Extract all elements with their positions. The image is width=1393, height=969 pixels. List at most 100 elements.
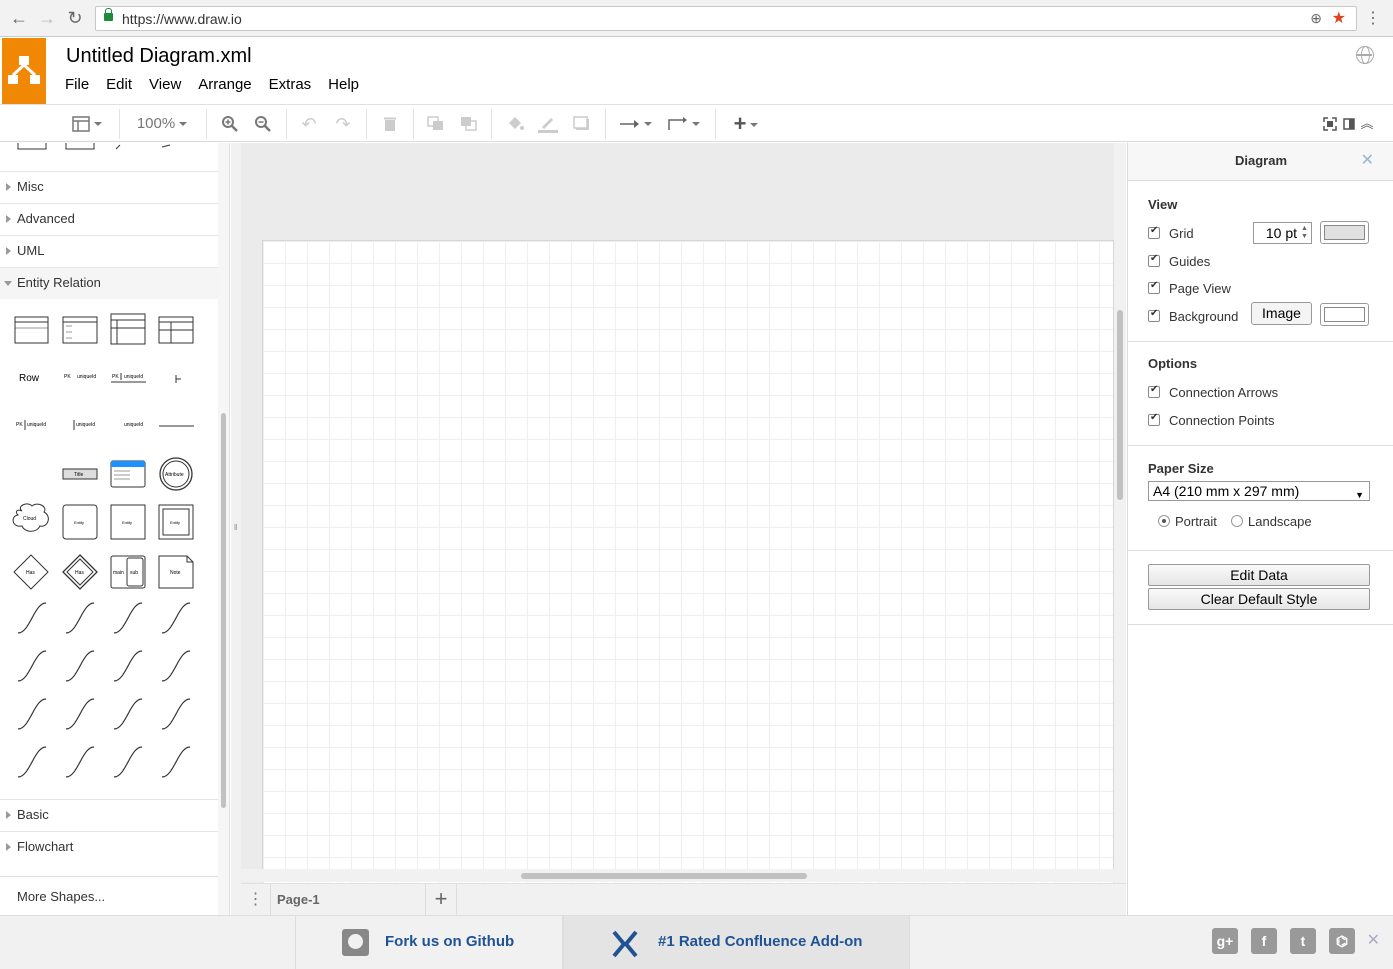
sidebar-splitter[interactable]: ‖ bbox=[231, 143, 241, 915]
paper-size-select[interactable]: A4 (210 mm x 297 mm) ▼ bbox=[1148, 481, 1370, 501]
page-view-label: Page View bbox=[1169, 281, 1231, 296]
shape-table-3 bbox=[110, 313, 146, 345]
diagram-title[interactable]: Untitled Diagram.xml bbox=[66, 45, 252, 68]
redo-icon[interactable]: ↷ bbox=[332, 113, 354, 135]
clear-default-style-button[interactable]: Clear Default Style bbox=[1148, 588, 1370, 610]
sidebar-section-flowchart[interactable]: Flowchart bbox=[0, 831, 218, 863]
menu-view[interactable]: View bbox=[142, 76, 188, 93]
facebook-icon[interactable]: f bbox=[1251, 928, 1277, 954]
background-checkbox[interactable] bbox=[1148, 308, 1160, 322]
language-globe-icon[interactable] bbox=[1356, 46, 1374, 64]
page-tabs-bar: ⋮ Page-1 + bbox=[241, 883, 1126, 916]
canvas-vscroll-thumb[interactable] bbox=[1117, 310, 1123, 500]
sidebar-section-basic[interactable]: Basic bbox=[0, 799, 218, 831]
connection-arrows-option[interactable]: Connection Arrows bbox=[1148, 384, 1278, 403]
portrait-radio[interactable] bbox=[1158, 515, 1170, 527]
shadow-icon[interactable] bbox=[571, 113, 593, 135]
menu-help[interactable]: Help bbox=[321, 76, 366, 93]
zoom-out-icon[interactable] bbox=[252, 113, 274, 135]
zoom-dropdown[interactable]: 100% bbox=[130, 113, 194, 135]
undo-icon[interactable]: ↶ bbox=[298, 113, 320, 135]
sidebar-section-label: UML bbox=[17, 243, 45, 258]
entity-relation-shapes[interactable]: Row PK uniqueId PK uniqueId PK uniqueId … bbox=[0, 306, 210, 786]
background-label: Background bbox=[1169, 309, 1239, 324]
page-view-checkbox[interactable] bbox=[1148, 280, 1160, 294]
sidebar-section-entity-relation[interactable]: Entity Relation bbox=[0, 267, 218, 299]
zoom-icon[interactable]: ⊕ bbox=[1310, 10, 1322, 27]
shape-table-4 bbox=[158, 316, 194, 344]
sidebar-section-uml[interactable]: UML bbox=[0, 235, 218, 267]
connection-points-checkbox[interactable] bbox=[1148, 412, 1160, 426]
bookmark-star-icon[interactable]: ★ bbox=[1332, 8, 1346, 28]
connection-points-option[interactable]: Connection Points bbox=[1148, 412, 1275, 431]
reload-icon[interactable]: ↻ bbox=[65, 8, 85, 28]
background-image-button[interactable]: Image bbox=[1251, 302, 1312, 325]
grid-color-button[interactable] bbox=[1320, 221, 1369, 244]
shape-table-1 bbox=[14, 316, 49, 344]
line-color-icon[interactable] bbox=[537, 113, 559, 135]
shape-entity-label: Entity bbox=[122, 520, 132, 525]
insert-dropdown[interactable]: + bbox=[728, 113, 764, 135]
splitter-grip-icon[interactable]: ‖ bbox=[234, 523, 237, 532]
sidebar-section-advanced[interactable]: Advanced bbox=[0, 203, 218, 235]
grid-option[interactable]: Grid bbox=[1148, 225, 1194, 244]
format-panel-toggle[interactable] bbox=[68, 113, 106, 135]
shape-has-label: Has bbox=[75, 570, 84, 576]
edit-data-button[interactable]: Edit Data bbox=[1148, 564, 1370, 586]
grid-size-spinner[interactable]: ▲ ▼ bbox=[1300, 225, 1309, 241]
confluence-link[interactable]: #1 Rated Confluence Add-on bbox=[563, 916, 910, 969]
github-social-icon[interactable]: ⌬ bbox=[1329, 928, 1355, 954]
grid-checkbox[interactable] bbox=[1148, 225, 1160, 239]
background-option[interactable]: Background bbox=[1148, 308, 1239, 327]
view-section-title: View bbox=[1148, 197, 1178, 212]
address-bar[interactable]: https://www.draw.io ⊕ ★ bbox=[95, 6, 1357, 31]
pages-menu-icon[interactable]: ⋮ bbox=[241, 884, 271, 916]
to-back-icon[interactable] bbox=[458, 113, 480, 135]
background-color-button[interactable] bbox=[1320, 303, 1369, 326]
close-icon[interactable]: ✕ bbox=[1361, 143, 1374, 179]
portrait-option[interactable]: Portrait bbox=[1158, 514, 1217, 532]
to-front-icon[interactable] bbox=[425, 113, 447, 135]
back-icon[interactable]: ← bbox=[9, 8, 29, 28]
connection-arrows-checkbox[interactable] bbox=[1148, 384, 1160, 398]
menu-edit[interactable]: Edit bbox=[99, 76, 139, 93]
waypoints-dropdown[interactable] bbox=[666, 113, 702, 135]
sidebar-scroll-thumb[interactable] bbox=[221, 413, 226, 808]
canvas-hscroll-thumb[interactable] bbox=[521, 873, 807, 879]
github-link[interactable]: Fork us on Github bbox=[295, 916, 563, 969]
twitter-icon[interactable]: t bbox=[1290, 928, 1316, 954]
zoom-in-icon[interactable] bbox=[219, 113, 241, 135]
sidebar-section-misc[interactable]: Misc bbox=[0, 171, 218, 203]
diagram-canvas[interactable] bbox=[241, 143, 1126, 883]
guides-option[interactable]: Guides bbox=[1148, 253, 1210, 272]
connection-style-dropdown[interactable] bbox=[618, 113, 654, 135]
collapse-chevron-icon[interactable]: ︽ bbox=[1358, 113, 1376, 135]
landscape-option[interactable]: Landscape bbox=[1231, 514, 1312, 532]
menu-arrange[interactable]: Arrange bbox=[191, 76, 258, 93]
footer-close-icon[interactable]: ✕ bbox=[1367, 930, 1380, 950]
add-page-button[interactable]: + bbox=[425, 884, 457, 916]
more-shapes-button[interactable]: More Shapes... bbox=[0, 876, 218, 915]
confluence-link-label: #1 Rated Confluence Add-on bbox=[658, 933, 863, 950]
diagram-page[interactable] bbox=[262, 240, 1114, 883]
options-section: Options Connection Arrows Connection Poi… bbox=[1128, 342, 1393, 446]
grid-size-input[interactable]: 10 pt ▲ ▼ bbox=[1253, 222, 1312, 244]
grid-label: Grid bbox=[1169, 226, 1194, 241]
landscape-radio[interactable] bbox=[1231, 515, 1243, 527]
browser-menu-icon[interactable]: ⋮ bbox=[1365, 8, 1381, 28]
shape-title-label: Title bbox=[74, 472, 83, 478]
sidebar-scrollbar[interactable] bbox=[218, 143, 229, 915]
canvas-horizontal-scrollbar[interactable] bbox=[241, 869, 1114, 882]
fill-color-icon[interactable] bbox=[504, 113, 526, 135]
menu-extras[interactable]: Extras bbox=[262, 76, 319, 93]
canvas-vertical-scrollbar[interactable] bbox=[1114, 143, 1126, 883]
delete-icon[interactable] bbox=[379, 113, 401, 135]
page-view-option[interactable]: Page View bbox=[1148, 280, 1231, 299]
menu-file[interactable]: File bbox=[58, 76, 96, 93]
forward-icon[interactable]: → bbox=[37, 8, 57, 28]
guides-checkbox[interactable] bbox=[1148, 253, 1160, 267]
toggle-format-icon[interactable] bbox=[1340, 113, 1358, 135]
fullscreen-icon[interactable] bbox=[1321, 113, 1339, 135]
page-tab-1[interactable]: Page-1 bbox=[271, 884, 426, 916]
google-plus-icon[interactable]: g+ bbox=[1212, 928, 1238, 954]
